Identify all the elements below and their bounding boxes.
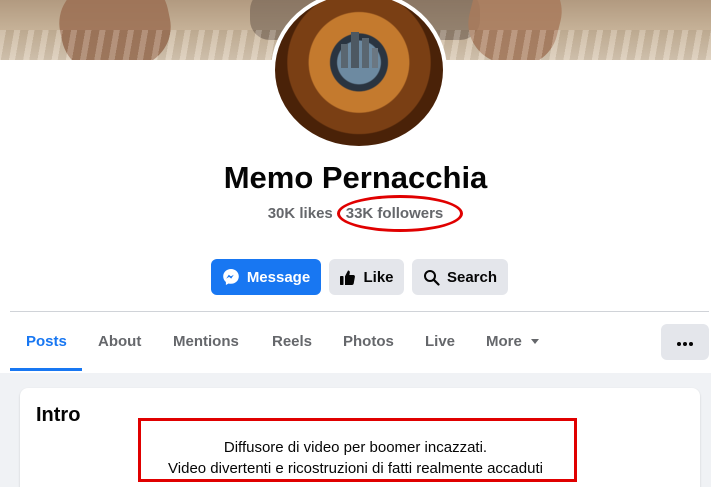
- intro-title: Intro: [36, 404, 81, 426]
- likes-count[interactable]: 30K likes: [268, 205, 333, 222]
- search-icon: [423, 269, 440, 286]
- profile-tabs: Posts About Mentions Reels Photos Live M…: [10, 312, 710, 372]
- tab-reels[interactable]: Reels: [272, 312, 312, 371]
- profile-picture[interactable]: [271, 0, 447, 150]
- like-button[interactable]: Like: [329, 259, 404, 295]
- active-tab-indicator: [10, 368, 82, 371]
- tab-posts[interactable]: Posts: [26, 312, 67, 371]
- more-options-button[interactable]: [661, 324, 709, 360]
- message-button[interactable]: Message: [211, 259, 321, 295]
- caret-down-icon: [530, 339, 539, 344]
- messenger-icon: [222, 268, 240, 286]
- search-button-label: Search: [446, 268, 498, 286]
- followers-annotation-circle: [337, 195, 463, 232]
- tab-more[interactable]: More: [486, 312, 539, 371]
- message-button-label: Message: [246, 268, 311, 286]
- search-button[interactable]: Search: [412, 259, 508, 295]
- tab-live[interactable]: Live: [425, 312, 455, 371]
- tab-photos[interactable]: Photos: [343, 312, 394, 371]
- more-options-icon: [676, 333, 694, 351]
- like-button-label: Like: [363, 268, 394, 286]
- bio-line-1: Diffusore di video per boomer incazzati.: [223, 439, 488, 456]
- tab-about[interactable]: About: [98, 312, 141, 371]
- thumbs-up-icon: [339, 269, 356, 286]
- tab-mentions[interactable]: Mentions: [173, 312, 239, 371]
- page-name: Memo Pernacchia: [223, 160, 488, 195]
- bio-line-2: Video divertenti e ricostruzioni di fatt…: [168, 460, 543, 477]
